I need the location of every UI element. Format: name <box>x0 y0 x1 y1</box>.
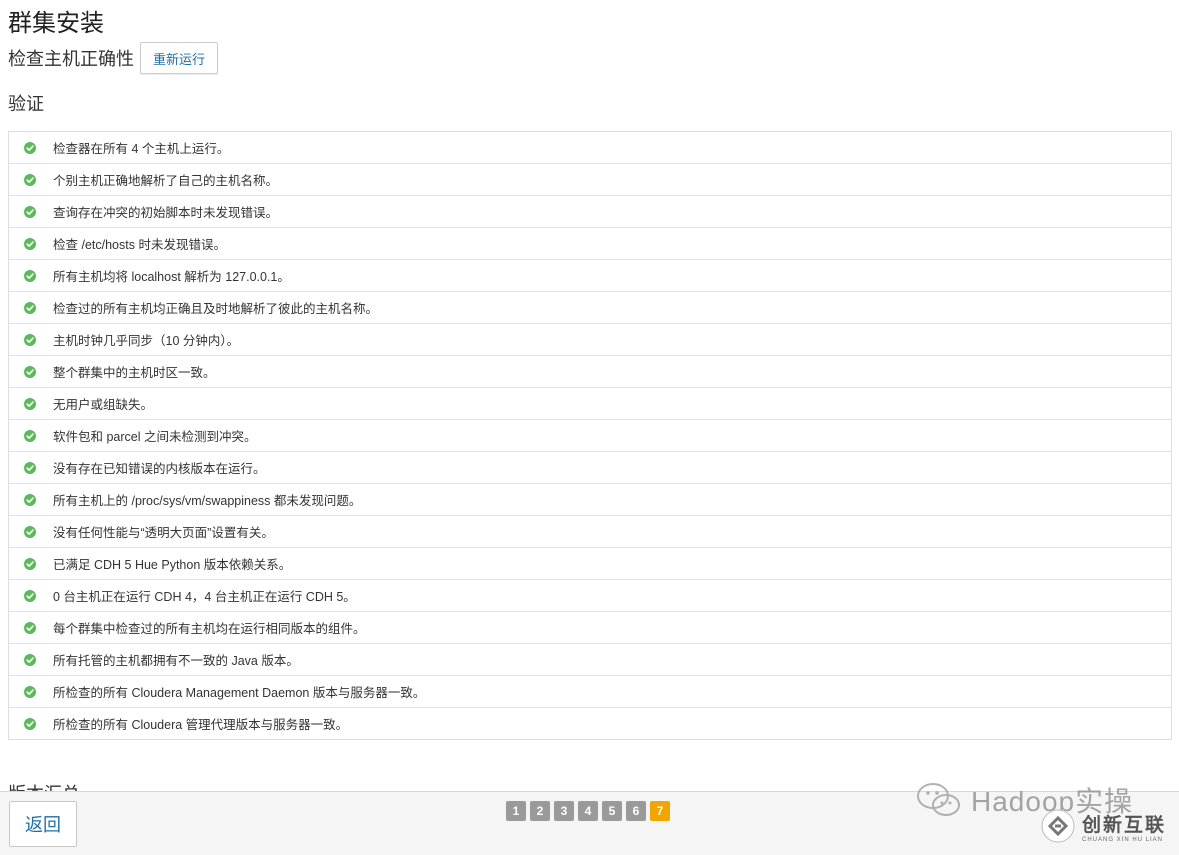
step-7[interactable]: 7 <box>650 801 670 821</box>
validation-message: 所检查的所有 Cloudera Management Daemon 版本与服务器… <box>53 686 426 700</box>
validation-row: 检查过的所有主机均正确且及时地解析了彼此的主机名称。 <box>9 292 1171 324</box>
check-circle-icon <box>24 205 36 218</box>
validation-message: 软件包和 parcel 之间未检测到冲突。 <box>53 430 257 444</box>
validation-message: 检查器在所有 4 个主机上运行。 <box>53 142 230 156</box>
validation-message: 整个群集中的主机时区一致。 <box>53 366 216 380</box>
validation-message: 没有存在已知错误的内核版本在运行。 <box>53 462 266 476</box>
validation-row: 所有托管的主机都拥有不一致的 Java 版本。 <box>9 644 1171 676</box>
page-title: 群集安装 <box>8 10 104 37</box>
check-circle-icon <box>24 301 36 314</box>
validation-message: 0 台主机正在运行 CDH 4，4 台主机正在运行 CDH 5。 <box>53 590 356 604</box>
validation-row: 没有存在已知错误的内核版本在运行。 <box>9 452 1171 484</box>
check-circle-icon <box>24 717 36 730</box>
step-3[interactable]: 3 <box>554 801 574 821</box>
validation-row: 主机时钟几乎同步（10 分钟内）。 <box>9 324 1171 356</box>
validation-message: 所有主机均将 localhost 解析为 127.0.0.1。 <box>53 270 290 284</box>
validation-message: 无用户或组缺失。 <box>53 398 154 412</box>
check-circle-icon <box>24 493 36 506</box>
check-circle-icon <box>24 429 36 442</box>
step-1[interactable]: 1 <box>506 801 526 821</box>
step-2[interactable]: 2 <box>530 801 550 821</box>
brand-logo-icon <box>1041 809 1075 843</box>
check-circle-icon <box>24 237 36 250</box>
validation-row: 所有主机均将 localhost 解析为 127.0.0.1。 <box>9 260 1171 292</box>
step-5[interactable]: 5 <box>602 801 622 821</box>
validation-row: 没有任何性能与“透明大页面”设置有关。 <box>9 516 1171 548</box>
validation-message: 所有主机上的 /proc/sys/vm/swappiness 都未发现问题。 <box>53 494 362 508</box>
brand-name-latin: CHUANG XIN HU LIAN <box>1082 836 1164 843</box>
check-circle-icon <box>24 365 36 378</box>
check-circle-icon <box>24 525 36 538</box>
validation-message: 没有任何性能与“透明大页面”设置有关。 <box>53 526 274 540</box>
validation-message: 所有托管的主机都拥有不一致的 Java 版本。 <box>53 654 299 668</box>
validation-message: 检查过的所有主机均正确且及时地解析了彼此的主机名称。 <box>53 302 379 316</box>
check-circle-icon <box>24 141 36 154</box>
check-circle-icon <box>24 269 36 282</box>
validation-row: 整个群集中的主机时区一致。 <box>9 356 1171 388</box>
validation-row: 软件包和 parcel 之间未检测到冲突。 <box>9 420 1171 452</box>
back-button[interactable]: 返回 <box>9 801 77 847</box>
validation-row: 无用户或组缺失。 <box>9 388 1171 420</box>
validation-message: 个别主机正确地解析了自己的主机名称。 <box>53 174 279 188</box>
validation-message: 已满足 CDH 5 Hue Python 版本依赖关系。 <box>53 558 292 572</box>
validation-row: 所有主机上的 /proc/sys/vm/swappiness 都未发现问题。 <box>9 484 1171 516</box>
validation-row: 所检查的所有 Cloudera Management Daemon 版本与服务器… <box>9 676 1171 708</box>
validation-message: 检查 /etc/hosts 时未发现错误。 <box>53 238 226 252</box>
validation-row: 所检查的所有 Cloudera 管理代理版本与服务器一致。 <box>9 708 1171 739</box>
validation-row: 0 台主机正在运行 CDH 4，4 台主机正在运行 CDH 5。 <box>9 580 1171 612</box>
validation-message: 每个群集中检查过的所有主机均在运行相同版本的组件。 <box>53 622 366 636</box>
validation-section-title: 验证 <box>8 94 44 114</box>
check-circle-icon <box>24 653 36 666</box>
validation-row: 个别主机正确地解析了自己的主机名称。 <box>9 164 1171 196</box>
validation-row: 每个群集中检查过的所有主机均在运行相同版本的组件。 <box>9 612 1171 644</box>
step-6[interactable]: 6 <box>626 801 646 821</box>
step-4[interactable]: 4 <box>578 801 598 821</box>
validation-list: 检查器在所有 4 个主机上运行。个别主机正确地解析了自己的主机名称。 查询存在冲突… <box>8 131 1172 740</box>
validation-row: 查询存在冲突的初始脚本时未发现错误。 <box>9 196 1171 228</box>
validation-row: 检查 /etc/hosts 时未发现错误。 <box>9 228 1171 260</box>
check-circle-icon <box>24 173 36 186</box>
check-circle-icon <box>24 685 36 698</box>
check-circle-icon <box>24 461 36 474</box>
rerun-button[interactable]: 重新运行 <box>140 42 219 74</box>
wizard-steps: 1234567 <box>506 801 670 821</box>
validation-message: 查询存在冲突的初始脚本时未发现错误。 <box>53 206 279 220</box>
check-circle-icon <box>24 333 36 346</box>
check-circle-icon <box>24 621 36 634</box>
host-inspection-header: 检查主机正确性 重新运行 <box>8 42 219 74</box>
host-inspection-title: 检查主机正确性 <box>8 49 134 69</box>
brand-name: 创新互联 <box>1082 814 1167 836</box>
check-circle-icon <box>24 589 36 602</box>
wechat-icon <box>917 783 960 816</box>
check-circle-icon <box>24 557 36 570</box>
check-circle-icon <box>24 397 36 410</box>
validation-message: 所检查的所有 Cloudera 管理代理版本与服务器一致。 <box>53 718 349 732</box>
validation-row: 已满足 CDH 5 Hue Python 版本依赖关系。 <box>9 548 1171 580</box>
validation-message: 主机时钟几乎同步（10 分钟内）。 <box>53 334 240 348</box>
brand-watermark: 创新互联 CHUANG XIN HU LIAN <box>1040 808 1166 844</box>
validation-row: 检查器在所有 4 个主机上运行。 <box>9 132 1171 164</box>
